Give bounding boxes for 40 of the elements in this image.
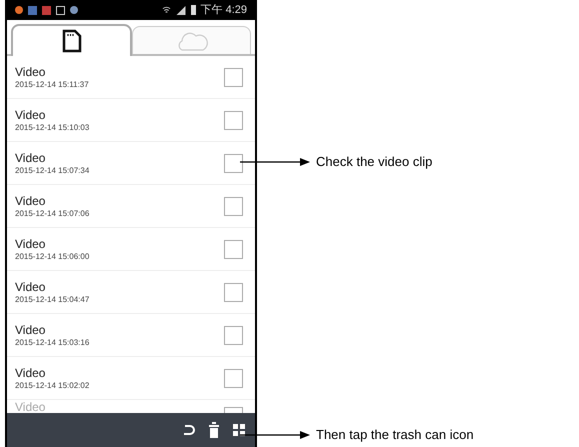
checkbox[interactable]: [224, 196, 243, 216]
checkbox[interactable]: [224, 68, 243, 86]
tab[interactable]: [11, 24, 132, 56]
video-title: Video: [15, 194, 46, 208]
video-title: Video: [15, 64, 46, 78]
video-date: 2015-12-14 15:04:47: [15, 294, 90, 304]
video-date: 2015-12-14 15:07:34: [15, 164, 90, 176]
video-date: 2015-12-14 15:11:37: [15, 78, 90, 90]
checkbox[interactable]: [224, 240, 243, 258]
sd-card-icon: [62, 29, 82, 53]
battery-icon: [190, 5, 196, 15]
video-date: 2015-12-14 15:02:02: [15, 380, 90, 390]
video-title: Video: [15, 108, 46, 122]
undo-icon[interactable]: [182, 424, 195, 436]
video-title: Video: [15, 236, 46, 250]
checkbox[interactable]: [224, 154, 243, 172]
trash-icon[interactable]: [209, 422, 219, 438]
checkbox[interactable]: [224, 282, 243, 302]
video-title: Video: [15, 150, 46, 164]
callout-text: Check the video clip: [316, 153, 432, 171]
video-title: Video: [15, 366, 46, 380]
checkbox[interactable]: [224, 368, 243, 388]
video-title: Video: [15, 322, 46, 336]
checkbox[interactable]: [224, 407, 243, 413]
checkbox[interactable]: [224, 326, 243, 344]
cloud-icon: [176, 30, 208, 52]
signal-icon: [176, 6, 186, 14]
app-icon: [70, 6, 78, 14]
video-title: Video: [15, 280, 46, 294]
video-date: 2015-12-14 15:07:06: [15, 208, 90, 218]
video-date: 2015-12-14 15:03:16: [15, 336, 90, 348]
checkbox[interactable]: [224, 110, 243, 130]
clock: 下午 4:29: [200, 2, 247, 18]
video-date: 2015-12-14 15:10:03: [15, 122, 90, 132]
wifi-icon: [162, 6, 171, 14]
video-title: Video: [15, 400, 46, 413]
grid-icon[interactable]: [233, 424, 245, 436]
video-date: 2015-12-14 15:06:00: [15, 250, 90, 262]
callout-text: Then tap the trash can icon: [316, 426, 474, 444]
image-icon: [56, 6, 65, 14]
